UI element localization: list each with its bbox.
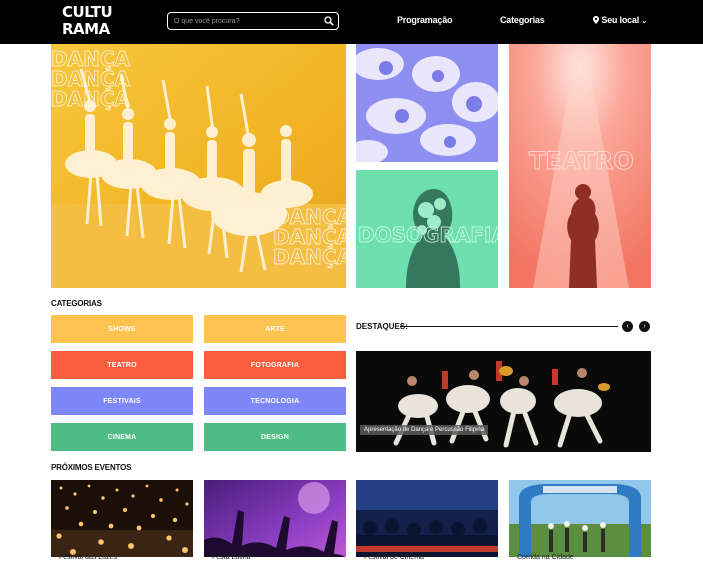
- culturama-logo[interactable]: CULTU RAMA: [62, 3, 113, 40]
- event-label-bar: Corrida na Cidade: [509, 554, 651, 563]
- event-title: Festa Latina: [212, 554, 251, 561]
- category-fotografia-button[interactable]: FOTOGRAFIA: [204, 351, 346, 379]
- highlights-divider: [400, 326, 618, 327]
- event-label-bar: Festa Latina: [204, 554, 346, 563]
- event-card-corrida-na-cidade[interactable]: Corrida na Cidade: [509, 480, 651, 563]
- highlights-next-button[interactable]: ›: [639, 321, 650, 332]
- chevron-right-icon: ›: [643, 323, 646, 330]
- hero-danca-image[interactable]: DANÇA DANÇA DANÇA DANÇA DANÇA DANÇA: [51, 44, 346, 288]
- nav-programacao[interactable]: Programação: [397, 15, 453, 25]
- watermark-word-teatro: TEATRO: [529, 147, 634, 175]
- cinema-audience-illustration: [356, 480, 498, 563]
- watermark-word-6: DANÇA: [273, 245, 346, 269]
- hero-fotografia-image[interactable]: DOSOGRAFIA: [356, 170, 498, 288]
- search-input[interactable]: [174, 13, 324, 29]
- concert-crowd-illustration: [204, 480, 346, 563]
- location-label: Seu local: [601, 15, 640, 25]
- event-title: Festival das Luzes: [59, 554, 117, 561]
- highlights-prev-button[interactable]: ‹: [622, 321, 633, 332]
- percussion-dance-illustration: [356, 351, 651, 452]
- event-title: Festival de Cinema: [364, 554, 424, 561]
- search-box: [167, 12, 339, 30]
- event-label-bar: Festival das Luzes: [51, 554, 193, 563]
- logo-line-1: CULTU: [62, 3, 113, 21]
- category-shows-button[interactable]: SHOWS: [51, 315, 193, 343]
- chevron-left-icon: ‹: [626, 323, 629, 330]
- location-pin-icon: [593, 16, 599, 24]
- category-design-button[interactable]: DESIGN: [204, 423, 346, 451]
- event-card-festival-de-cinema[interactable]: Festival de Cinema: [356, 480, 498, 563]
- chevron-down-icon: ⌄: [641, 18, 648, 25]
- hero-teatro-image[interactable]: TEATRO: [509, 44, 651, 288]
- featured-event-image[interactable]: [356, 351, 651, 452]
- watermark-word-fotografia: DOSOGRAFIA: [358, 223, 498, 247]
- event-title: Corrida na Cidade: [517, 554, 574, 561]
- city-race-illustration: [509, 480, 651, 563]
- lanterns-illustration: [51, 480, 193, 563]
- event-label-bar: Festival de Cinema: [356, 554, 498, 563]
- watermark-word-3: DANÇA: [51, 87, 130, 111]
- category-arte-button[interactable]: ARTE: [204, 315, 346, 343]
- upcoming-events-title: PRÓXIMOS EVENTOS: [51, 463, 132, 472]
- category-festivais-button[interactable]: FESTIVAIS: [51, 387, 193, 415]
- event-card-festa-latina[interactable]: Festa Latina: [204, 480, 346, 563]
- event-card-festival-das-luzes[interactable]: Festival das Luzes: [51, 480, 193, 563]
- category-teatro-button[interactable]: TEATRO: [51, 351, 193, 379]
- dance-ballet-illustration: DANÇA DANÇA DANÇA DANÇA DANÇA DANÇA: [51, 44, 346, 288]
- search-icon[interactable]: [324, 16, 334, 26]
- theatre-spotlight-illustration: TEATRO: [509, 44, 651, 288]
- location-selector[interactable]: Seu local ⌄: [593, 15, 647, 25]
- art-fluid-illustration: [356, 44, 498, 162]
- hero-arte-image[interactable]: [356, 44, 498, 162]
- category-cinema-button[interactable]: CINEMA: [51, 423, 193, 451]
- category-tecnologia-button[interactable]: TECNOLOGIA: [204, 387, 346, 415]
- logo-line-2: RAMA: [62, 20, 110, 38]
- featured-event-caption: Apresentação de Dança e Percussão Filipi…: [360, 425, 489, 435]
- categories-title: CATEGORIAS: [51, 299, 102, 308]
- photography-silhouette-illustration: DOSOGRAFIA: [356, 170, 498, 288]
- nav-categorias[interactable]: Categorias: [500, 15, 545, 25]
- top-navigation-bar: CULTU RAMA Programação Categorias Seu lo…: [0, 0, 703, 44]
